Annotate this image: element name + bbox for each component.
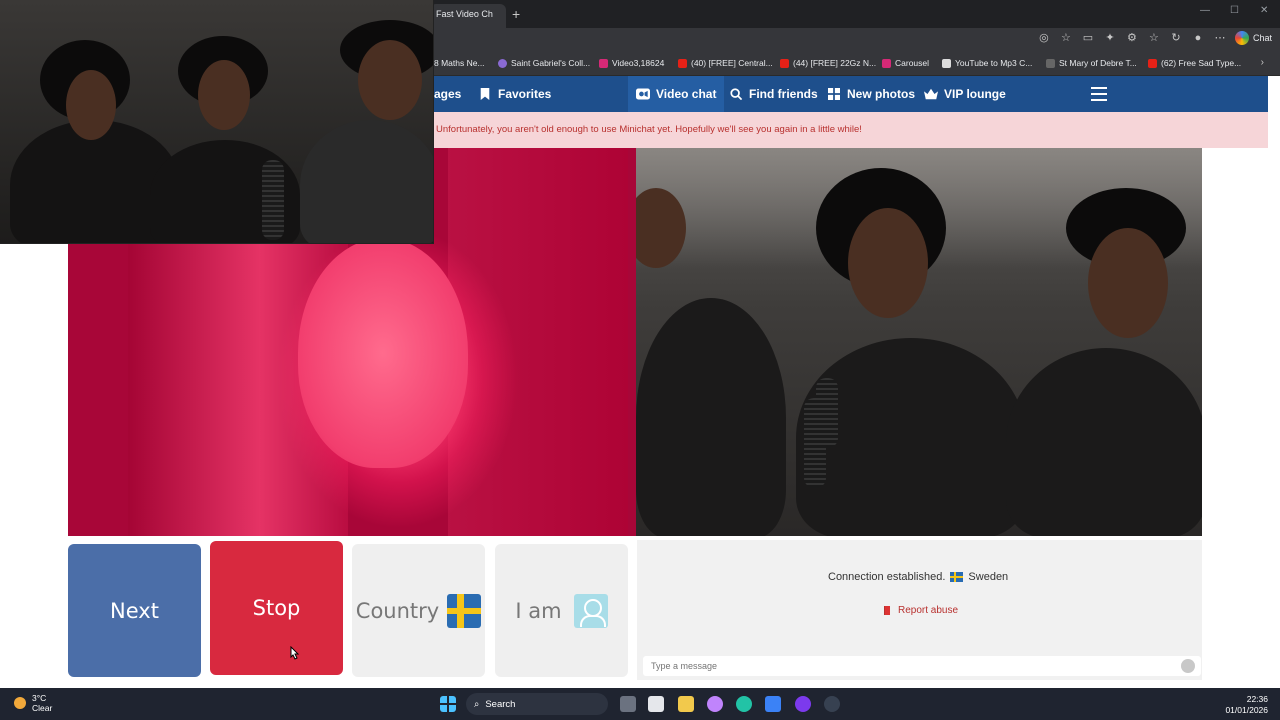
weather-condition: Clear	[32, 703, 53, 713]
copilot-icon	[1234, 31, 1249, 45]
favorites-icon[interactable]: ☆	[1147, 31, 1161, 45]
search-icon	[730, 88, 743, 100]
nav-video-chat[interactable]: Video chat	[628, 76, 725, 112]
message-input[interactable]	[643, 656, 1201, 676]
sweden-flag-icon	[950, 572, 964, 582]
settings-icon[interactable]: ⚙	[1125, 31, 1139, 45]
clock-date: 01/01/2026	[1225, 705, 1268, 715]
iam-label: I am	[515, 598, 562, 623]
bookmark-item[interactable]: Video3,18624	[599, 58, 664, 68]
menu-icon[interactable]	[1091, 87, 1107, 101]
windows-start-icon[interactable]	[440, 696, 456, 712]
instagram-icon	[599, 58, 608, 68]
warning-text: Unfortunately, you aren't old enough to …	[436, 124, 862, 135]
bookmark-icon	[480, 88, 490, 100]
next-button[interactable]: Next	[68, 544, 201, 677]
video-icon[interactable]: ▭	[1081, 31, 1095, 45]
profile-icon[interactable]: ●	[1191, 31, 1205, 45]
clock-time: 22:36	[1246, 694, 1268, 704]
streamer-webcam-overlay	[0, 0, 434, 244]
nav-find-friends[interactable]: Find friends	[729, 76, 818, 112]
app-icon[interactable]	[795, 696, 811, 712]
nav-favorites[interactable]: Favorites	[478, 76, 551, 112]
temperature: 3°C	[32, 693, 47, 703]
country-button[interactable]: Country	[352, 544, 485, 677]
gender-select-button[interactable]: I am	[495, 544, 628, 677]
bookmark-item[interactable]: Saint Gabriel's Coll...	[498, 58, 590, 68]
local-user-face	[298, 238, 468, 468]
emoji-icon[interactable]	[1181, 659, 1195, 673]
more-icon[interactable]: ⋯	[1213, 31, 1227, 45]
settings-icon[interactable]	[824, 696, 840, 712]
video-chat-icon	[636, 88, 650, 100]
remote-video-feed	[636, 148, 1202, 536]
site-icon	[498, 58, 507, 68]
copilot-icon[interactable]	[707, 696, 723, 712]
crown-icon	[924, 88, 938, 100]
microphone	[262, 160, 284, 240]
search-icon: ⌕	[474, 698, 480, 710]
site-icon	[942, 58, 951, 68]
bookmark-item[interactable]: YouTube to Mp3 C...	[942, 58, 1032, 68]
close-icon[interactable]: ✕	[1260, 5, 1268, 16]
bookmark-item[interactable]: (44) [FREE] 22Gz N...	[780, 58, 876, 68]
extensions-icon[interactable]: ✦	[1103, 31, 1117, 45]
chat-label: Chat	[1252, 33, 1272, 43]
user-gender-icon	[573, 593, 608, 628]
sweden-flag-icon	[447, 593, 482, 628]
copilot-chat-button[interactable]: Chat	[1234, 31, 1272, 45]
country-label: Country	[355, 598, 440, 623]
weather-widget[interactable]: 3°C Clear	[14, 693, 52, 713]
widgets-icon[interactable]	[648, 696, 664, 712]
history-icon[interactable]: ↻	[1169, 31, 1183, 45]
youtube-icon	[1148, 58, 1157, 68]
connection-status: Connection established. Sweden	[828, 571, 1008, 583]
stop-label: Stop	[252, 596, 301, 620]
browser-tab[interactable]: Fast Video Ch	[430, 4, 506, 28]
bookmark-item[interactable]: Carousel	[882, 58, 929, 68]
stop-button[interactable]: Stop	[210, 541, 343, 675]
nav-vip-lounge[interactable]: VIP lounge	[924, 76, 1006, 112]
microphone	[804, 398, 826, 488]
maximize-icon[interactable]: ☐	[1230, 5, 1239, 16]
windows-taskbar: 3°C Clear ⌕ Search 22:36 01/01/2026	[0, 688, 1280, 720]
nav-new-photos[interactable]: New photos	[827, 76, 915, 112]
bookmark-item[interactable]: 8 Maths Ne...	[434, 58, 485, 68]
nav-messages[interactable]: ages	[434, 76, 461, 112]
bookmark-item[interactable]: St Mary of Debre T...	[1046, 58, 1137, 68]
mouse-cursor-icon	[290, 646, 300, 660]
new-tab-button[interactable]: +	[512, 6, 520, 22]
screen: Fast Video Ch + — ☐ ✕ ◎ ☆ ▭ ✦ ⚙ ☆ ↻ ● ⋯ …	[0, 0, 1280, 720]
bookmark-item[interactable]: (62) Free Sad Type...	[1148, 58, 1241, 68]
bookmarks-overflow-icon[interactable]: ›	[1261, 57, 1264, 68]
tab-title: Fast Video Ch	[436, 9, 493, 19]
minimize-icon[interactable]: —	[1200, 5, 1210, 16]
youtube-icon	[678, 58, 687, 68]
connection-text: Connection established.	[828, 571, 946, 583]
system-clock[interactable]: 22:36 01/01/2026	[1225, 694, 1268, 716]
photos-grid-icon	[828, 88, 840, 100]
taskbar-search[interactable]: ⌕ Search	[466, 693, 608, 715]
edge-browser-icon[interactable]	[736, 696, 752, 712]
weather-icon	[14, 697, 26, 709]
partner-country: Sweden	[968, 571, 1009, 583]
task-view-icon[interactable]	[620, 696, 636, 712]
reader-icon[interactable]: ◎	[1037, 31, 1051, 45]
file-explorer-icon[interactable]	[678, 696, 694, 712]
next-label: Next	[110, 598, 159, 623]
site-icon	[1046, 58, 1055, 68]
instagram-icon	[882, 58, 891, 68]
report-flag-icon	[884, 606, 892, 615]
bookmark-item[interactable]: (40) [FREE] Central...	[678, 58, 773, 68]
report-abuse-link[interactable]: Report abuse	[884, 605, 958, 616]
favorite-star-icon[interactable]: ☆	[1059, 31, 1073, 45]
youtube-icon	[780, 58, 789, 68]
mail-icon[interactable]	[765, 696, 781, 712]
